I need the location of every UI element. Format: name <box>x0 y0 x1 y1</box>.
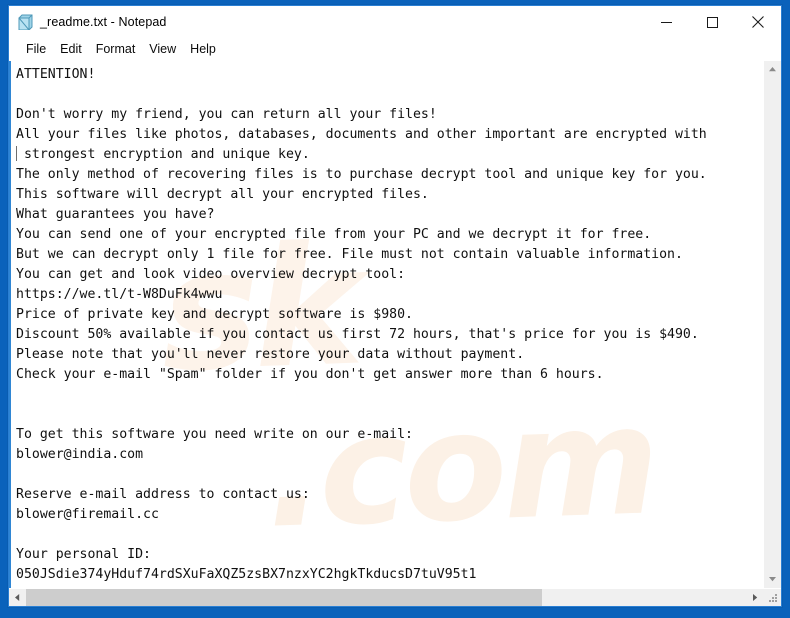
vertical-scrollbar[interactable] <box>763 61 781 588</box>
horizontal-scrollbar-thumb[interactable] <box>26 589 542 606</box>
editor-area: sk .com ATTENTION! Don't worry my friend… <box>9 60 781 606</box>
window-resize-grip[interactable] <box>764 589 781 606</box>
menu-item-help[interactable]: Help <box>183 40 223 59</box>
menu-item-view[interactable]: View <box>142 40 183 59</box>
ransom-note-text[interactable]: ATTENTION! Don't worry my friend, you ca… <box>11 61 763 585</box>
scroll-up-button[interactable] <box>764 61 781 78</box>
chevron-left-icon <box>15 594 20 601</box>
desktop-background: _readme.txt - Notepad File Edit Format V… <box>0 0 790 618</box>
notepad-document-icon <box>18 14 34 31</box>
editor-row: sk .com ATTENTION! Don't worry my friend… <box>9 61 781 588</box>
chevron-up-icon <box>769 67 776 72</box>
menu-item-format[interactable]: Format <box>89 40 143 59</box>
scroll-down-button[interactable] <box>764 571 781 588</box>
chevron-right-icon <box>753 594 758 601</box>
menu-bar: File Edit Format View Help <box>9 38 781 60</box>
note-text-before-caret: ATTENTION! Don't worry my friend, you ca… <box>16 67 707 142</box>
window-title: _readme.txt - Notepad <box>40 15 167 29</box>
vertical-scrollbar-track[interactable] <box>764 78 781 571</box>
text-editor[interactable]: sk .com ATTENTION! Don't worry my friend… <box>9 61 763 588</box>
chevron-down-icon <box>769 577 776 582</box>
note-text-after-caret: strongest encryption and unique key. The… <box>16 147 707 582</box>
scroll-left-button[interactable] <box>9 589 26 606</box>
horizontal-scrollbar[interactable] <box>9 588 781 606</box>
minimize-button[interactable] <box>643 6 689 38</box>
maximize-button[interactable] <box>689 6 735 38</box>
minimize-icon <box>660 21 672 23</box>
close-icon <box>752 16 764 28</box>
maximize-icon <box>706 16 718 28</box>
scroll-right-button[interactable] <box>747 589 764 606</box>
notepad-window: _readme.txt - Notepad File Edit Format V… <box>8 5 782 607</box>
menu-item-file[interactable]: File <box>19 40 53 59</box>
close-button[interactable] <box>735 6 781 38</box>
menu-item-edit[interactable]: Edit <box>53 40 89 59</box>
horizontal-scrollbar-track[interactable] <box>26 589 747 606</box>
title-bar[interactable]: _readme.txt - Notepad <box>9 6 781 38</box>
window-controls <box>643 6 781 38</box>
